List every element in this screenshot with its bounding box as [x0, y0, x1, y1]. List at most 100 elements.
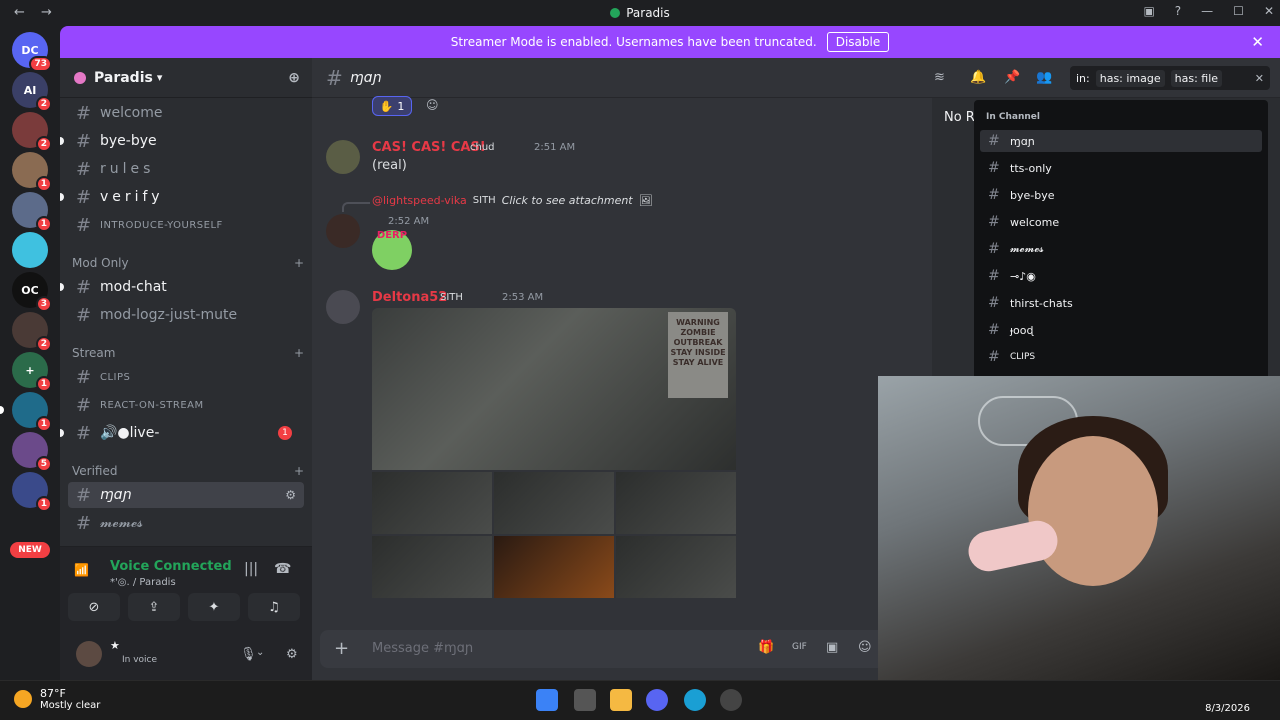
server-icon[interactable]: 2: [12, 312, 52, 352]
channel-memes[interactable]: # 𝓶𝓮𝓶𝓮𝓼: [68, 510, 304, 536]
task-view-icon[interactable]: [574, 689, 596, 711]
channel-introduce-yourself[interactable]: # INTRODUCE-YOURSELF: [68, 212, 304, 238]
channel-clips[interactable]: # CLIPS: [68, 364, 304, 390]
channel-rules[interactable]: # rules: [68, 156, 304, 182]
channel-bye-bye[interactable]: # bye-bye: [60, 128, 304, 154]
server-icon[interactable]: 1: [12, 472, 52, 512]
search-tag-image[interactable]: has: image: [1095, 69, 1165, 87]
settings-icon[interactable]: ⚙: [286, 647, 298, 662]
popout-item[interactable]: # ɟooɖ: [980, 319, 1262, 341]
image-thumbnail[interactable]: [616, 472, 736, 534]
discord-taskbar-icon[interactable]: [646, 689, 668, 711]
gif-icon[interactable]: GIF: [792, 642, 807, 652]
plus-icon[interactable]: +: [294, 346, 304, 360]
popout-item[interactable]: # ɱɑɲ: [980, 130, 1262, 152]
reply-author[interactable]: @lightspeed-vika: [372, 194, 467, 207]
guild-header[interactable]: Paradis ▾ ⊕: [60, 58, 312, 98]
channel-welcome[interactable]: # welcome: [68, 100, 304, 126]
voice-location[interactable]: *'◎. / Paradis: [110, 577, 176, 588]
message-author[interactable]: CAS! CAS! CAS!: [372, 140, 486, 155]
add-member-icon[interactable]: ⊕: [288, 70, 300, 86]
noise-icon[interactable]: |||: [244, 561, 258, 577]
pin-icon[interactable]: 📌: [1004, 70, 1020, 85]
server-icon[interactable]: 2: [12, 112, 52, 152]
reaction-chip[interactable]: ✋ 1: [372, 96, 412, 116]
file-explorer-icon[interactable]: [610, 689, 632, 711]
server-icon[interactable]: 5: [12, 432, 52, 472]
popout-item[interactable]: # welcome: [980, 211, 1262, 233]
category-stream[interactable]: Stream +: [72, 346, 304, 360]
gift-icon[interactable]: 🎁: [758, 640, 774, 655]
soundboard-button[interactable]: ♫: [248, 593, 300, 621]
channel-react-on-stream[interactable]: # REACT-ON-STREAM: [68, 392, 304, 418]
server-icon[interactable]: 1: [0, 392, 52, 432]
channel-settings-icon[interactable]: ⚙: [285, 488, 296, 502]
image-thumbnail[interactable]: [494, 472, 614, 534]
server-icon[interactable]: AI 2: [12, 72, 52, 112]
avatar[interactable]: [326, 290, 360, 324]
popout-item[interactable]: # bye-bye: [980, 184, 1262, 206]
image-thumbnail[interactable]: [494, 536, 614, 598]
category-mod-only[interactable]: Mod Only +: [72, 256, 304, 270]
avatar[interactable]: [76, 641, 102, 667]
reply-attachment-text[interactable]: Click to see attachment: [502, 194, 633, 207]
disable-button[interactable]: Disable: [826, 32, 890, 52]
attach-plus-icon[interactable]: +: [334, 638, 349, 659]
threads-icon[interactable]: ≋: [934, 70, 945, 85]
server-home[interactable]: DC 73: [12, 32, 52, 72]
popout-item[interactable]: # ⊸♪◉: [980, 265, 1262, 287]
search-tag-file[interactable]: has: file: [1170, 69, 1223, 87]
image-thumbnail[interactable]: [372, 472, 492, 534]
minimize-button[interactable]: —: [1201, 4, 1213, 18]
channel-live[interactable]: # 🔊● live- 1: [60, 420, 304, 446]
maximize-button[interactable]: ☐: [1233, 4, 1244, 18]
add-reaction-icon[interactable]: ☺: [426, 98, 439, 112]
chevron-down-icon[interactable]: ⌄: [256, 647, 264, 658]
inbox-icon[interactable]: ▣: [1143, 4, 1154, 18]
new-badge[interactable]: NEW: [10, 542, 50, 558]
close-icon[interactable]: ✕: [1251, 33, 1264, 51]
disconnect-icon[interactable]: ☎: [274, 561, 291, 577]
bell-icon[interactable]: 🔔: [970, 70, 986, 85]
search-input[interactable]: in: has: image has: file ✕: [1070, 66, 1270, 90]
popout-item[interactable]: # thirst-chats: [980, 292, 1262, 314]
server-icon[interactable]: 1: [12, 152, 52, 192]
image-attachment[interactable]: WARNING ZOMBIE OUTBREAK STAY INSIDE STAY…: [372, 308, 736, 470]
channel-mqn[interactable]: # ɱɑɲ ⚙: [68, 482, 304, 508]
emoji-icon[interactable]: ☺: [858, 640, 872, 655]
popout-item[interactable]: # tts-only: [980, 157, 1262, 179]
windows-start-icon[interactable]: [536, 689, 558, 711]
channel-mod-logz[interactable]: # mod-logz-just-mute: [68, 302, 304, 328]
message-author[interactable]: Deltona52: [372, 290, 447, 305]
category-verified[interactable]: Verified +: [72, 464, 304, 478]
channel-mod-chat[interactable]: # mod-chat: [60, 274, 304, 300]
camera-off-button[interactable]: ⊘: [68, 593, 120, 621]
edge-icon[interactable]: [684, 689, 706, 711]
popout-item[interactable]: # 𝓶𝓮𝓶𝓮𝓼: [980, 238, 1262, 260]
channel-verify[interactable]: # verify: [60, 184, 304, 210]
app-icon[interactable]: [720, 689, 742, 711]
members-icon[interactable]: 👥: [1036, 70, 1052, 85]
plus-icon[interactable]: +: [294, 464, 304, 478]
sticker-icon[interactable]: ▣: [826, 640, 838, 655]
server-icon[interactable]: [12, 232, 48, 268]
image-thumbnail[interactable]: [616, 536, 736, 598]
reply-preview[interactable]: @lightspeed-vika SITH Click to see attac…: [372, 194, 653, 207]
mic-icon[interactable]: 🎙: [240, 647, 257, 662]
popout-item[interactable]: # CLIPS: [980, 346, 1262, 368]
weather-widget[interactable]: 87°F Mostly clear: [14, 687, 100, 711]
server-icon[interactable]: OC 3: [12, 272, 52, 312]
avatar[interactable]: [326, 140, 360, 174]
clear-search-icon[interactable]: ✕: [1255, 72, 1264, 85]
voice-status[interactable]: Voice Connected: [110, 559, 232, 574]
message-input[interactable]: Message #ɱɑɲ: [372, 641, 473, 656]
help-icon[interactable]: ?: [1175, 4, 1181, 18]
server-icon[interactable]: +1: [12, 352, 52, 392]
avatar[interactable]: [326, 214, 360, 248]
activities-button[interactable]: ✦: [188, 593, 240, 621]
close-button[interactable]: ✕: [1264, 4, 1274, 18]
screen-share-button[interactable]: ⇪: [128, 593, 180, 621]
sticker-image[interactable]: DERP: [372, 230, 412, 270]
image-thumbnail[interactable]: [372, 536, 492, 598]
back-button[interactable]: ←: [14, 5, 25, 20]
